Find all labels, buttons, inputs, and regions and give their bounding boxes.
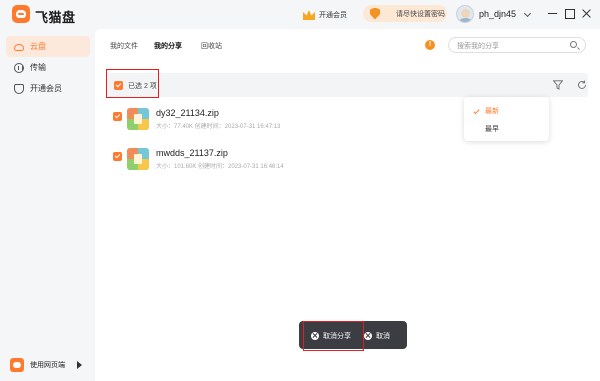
set-password-notice[interactable]: 请尽快设置密码 [363,5,447,22]
search-placeholder: 搜索我的分享 [457,43,499,50]
vip-icon [14,83,24,94]
check-icon [473,107,480,115]
row-checkbox[interactable] [113,112,122,121]
title-bar: 飞猫盘 开通会员 请尽快设置密码 ph_djn45 [0,0,600,29]
sidebar-item-label: 开通会员 [30,84,62,93]
zip-file-icon [127,148,149,170]
chevron-down-icon[interactable] [523,9,532,18]
cloud-icon [14,44,24,51]
file-meta: 大小：77.40K 创建时间：2023-07-31 16:47:13 [156,124,281,130]
play-arrow-icon [77,361,82,369]
web-version-button[interactable]: 使用网页端 [6,354,90,376]
vip-button[interactable]: 开通会员 [303,7,347,23]
web-logo-icon [10,358,24,372]
notice-label: 请尽快设置密码 [396,10,445,18]
minimize-button[interactable] [546,7,559,20]
close-button[interactable] [580,7,593,20]
maximize-button[interactable] [563,7,576,20]
web-entry-label: 使用网页端 [30,362,65,369]
transfer-icon [14,62,24,73]
table-row[interactable]: mwdds_21137.zip 大小：101.60K 创建时间：2023-07-… [107,146,567,178]
refresh-icon[interactable] [577,80,587,90]
file-name[interactable]: mwdds_21137.zip [156,148,228,158]
crown-icon [303,10,315,20]
app-logo-icon [12,5,30,23]
tab-my-files[interactable]: 我的文件 [110,41,138,51]
search-icon[interactable] [570,41,577,48]
cancel-label: 取消 [376,332,390,340]
avatar[interactable] [456,5,474,23]
sidebar-item-cloud[interactable]: 云盘 [6,36,90,57]
sort-option-newest[interactable]: 最新 [485,106,499,116]
cancel-button[interactable]: 取消 [364,330,390,341]
tab-my-shares[interactable]: 我的分享 [154,41,182,51]
zip-file-icon [127,108,149,130]
username[interactable]: ph_djn45 [479,9,516,19]
info-icon[interactable]: ! [425,40,435,50]
file-name[interactable]: dy32_21134.zip [156,108,219,118]
main-panel: 我的文件 我的分享 回收站 ! 搜索我的分享 已选 2 项 dy32_21134… [95,29,600,381]
highlight-box [106,69,159,98]
sort-option-oldest[interactable]: 最早 [485,124,499,134]
sort-menu: 最新 最早 [464,97,549,141]
app-name: 飞猫盘 [35,10,76,25]
sidebar-item-vip[interactable]: 开通会员 [6,78,90,99]
highlight-box [303,321,364,351]
sidebar-item-label: 云盘 [30,42,46,51]
file-meta: 大小：101.60K 创建时间：2023-07-31 16:46:14 [156,164,284,170]
filter-icon[interactable] [553,80,563,90]
selection-bar: 已选 2 项 [107,73,588,97]
sidebar: 云盘 传输 开通会员 使用网页端 [0,29,95,381]
sidebar-item-transfer[interactable]: 传输 [6,57,90,78]
row-checkbox[interactable] [113,152,122,161]
shield-icon [370,7,380,20]
close-circle-icon [364,331,372,340]
sidebar-item-label: 传输 [30,63,46,72]
tab-recycle-bin[interactable]: 回收站 [201,41,222,51]
vip-label: 开通会员 [319,12,347,19]
search-input[interactable]: 搜索我的分享 [448,37,586,53]
